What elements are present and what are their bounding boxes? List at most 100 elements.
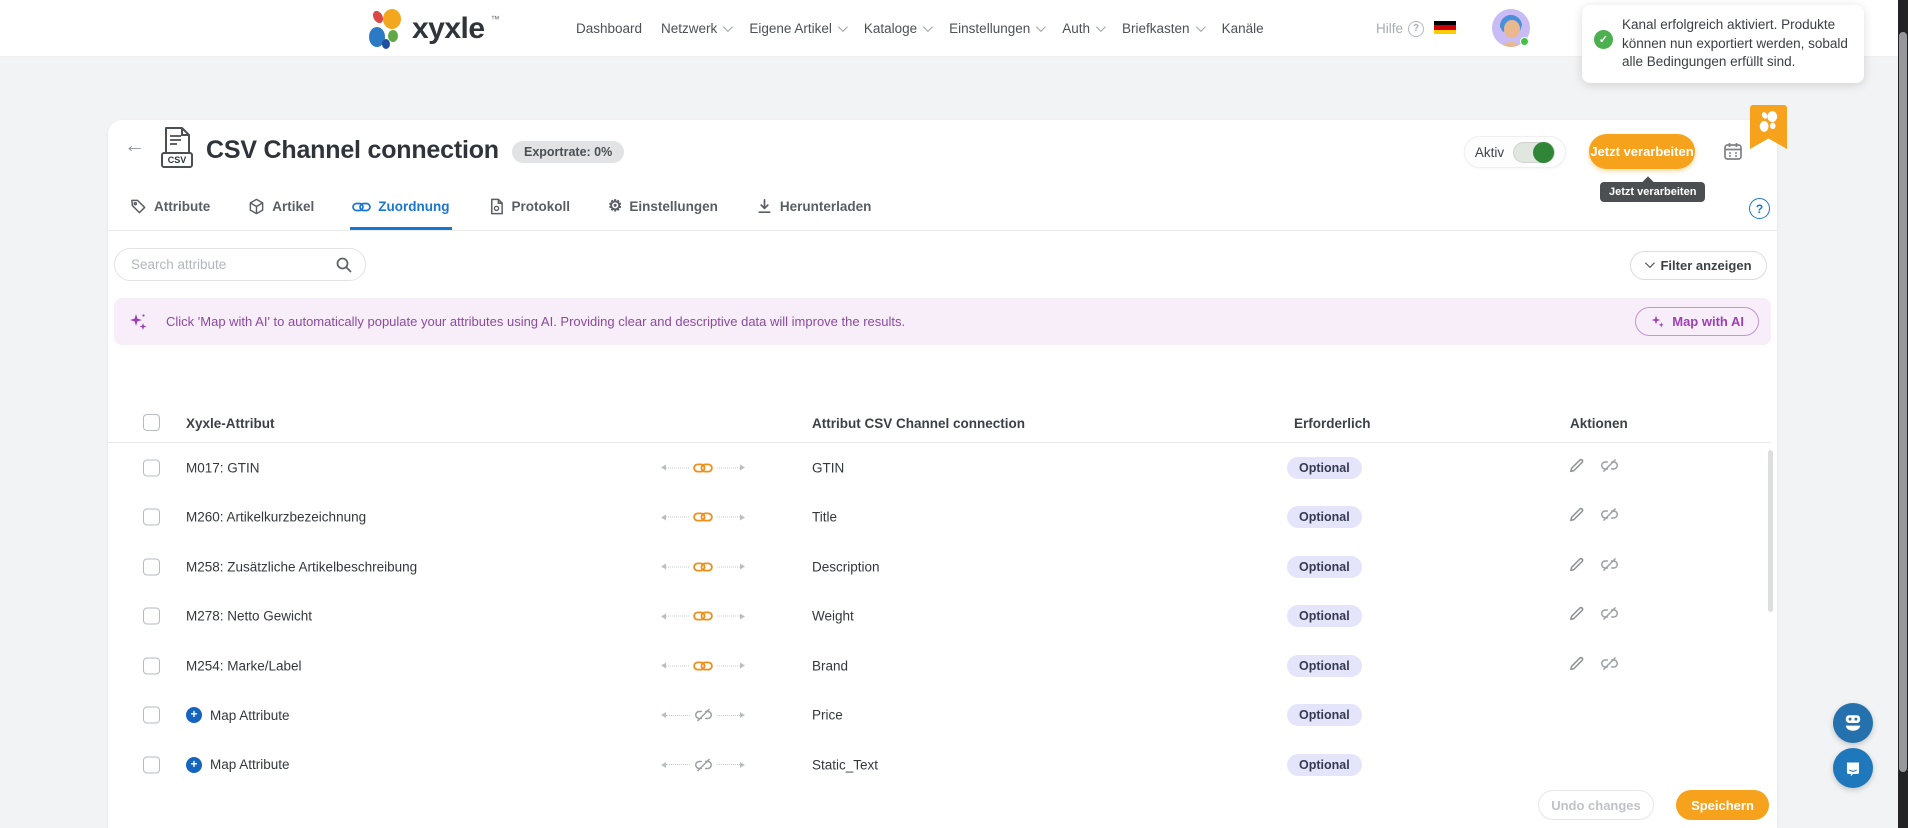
sparkles-icon <box>1650 314 1665 329</box>
nav-item-eigene-artikel[interactable]: Eigene Artikel <box>749 21 845 36</box>
row-checkbox[interactable] <box>143 459 160 476</box>
select-all-checkbox[interactable] <box>143 414 160 431</box>
xyxle-attribute-name: M260: Artikelkurzbezeichnung <box>186 510 366 525</box>
toast-message: Kanal erfolgreich aktiviert. Produkte kö… <box>1622 16 1850 72</box>
trademark-symbol: ™ <box>491 14 500 24</box>
gear-icon: ⚙ <box>608 199 622 215</box>
row-checkbox[interactable] <box>143 756 160 773</box>
tab-artikel[interactable]: Artikel <box>246 186 316 230</box>
chevron-down-icon <box>838 22 848 32</box>
unlink-mapping-button[interactable] <box>1600 556 1619 577</box>
linked-icon <box>693 659 713 672</box>
xyxle-attribute-name: M278: Netto Gewicht <box>186 609 312 624</box>
row-checkbox[interactable] <box>143 707 160 724</box>
channel-detail-card: ← CSV CSV Channel connection Exportrate:… <box>108 120 1777 828</box>
chevron-down-icon <box>1645 258 1655 268</box>
package-icon <box>248 198 265 215</box>
row-checkbox[interactable] <box>143 509 160 526</box>
tab-protokoll[interactable]: Protokoll <box>486 186 573 230</box>
table-scrollbar-thumb[interactable] <box>1768 450 1773 612</box>
active-toggle[interactable] <box>1513 142 1555 163</box>
chat-bubble-icon <box>1842 757 1864 779</box>
link-icon <box>352 200 371 214</box>
linked-icon <box>693 610 713 623</box>
nav-item-einstellungen[interactable]: Einstellungen <box>949 21 1043 36</box>
mapping-connector <box>661 560 745 573</box>
language-flag-german[interactable] <box>1434 21 1456 34</box>
nav-item-auth[interactable]: Auth <box>1062 21 1103 36</box>
mapping-table-header: Xyxle-Attribut Attribut CSV Channel conn… <box>108 410 1771 443</box>
row-checkbox[interactable] <box>143 558 160 575</box>
nav-item-dashboard[interactable]: Dashboard <box>576 21 642 36</box>
process-tooltip: Jetzt verarbeiten <box>1600 182 1705 202</box>
unlink-mapping-button[interactable] <box>1600 507 1619 528</box>
row-checkbox[interactable] <box>143 608 160 625</box>
nav-item-kataloge[interactable]: Kataloge <box>864 21 930 36</box>
tabs-help-button[interactable]: ? <box>1749 198 1770 219</box>
mapping-connector <box>661 659 745 672</box>
edit-mapping-button[interactable] <box>1568 556 1585 578</box>
required-badge: Optional <box>1287 704 1362 726</box>
map-attribute-action[interactable]: +Map Attribute <box>186 707 290 723</box>
csv-attribute-name: Description <box>812 559 880 574</box>
xyxle-logo-icon <box>366 7 406 51</box>
brand-logo[interactable]: xyxle ™ <box>366 7 500 51</box>
map-with-ai-button[interactable]: Map with AI <box>1635 307 1759 336</box>
scrollbar-thumb[interactable] <box>1899 32 1907 772</box>
table-row: M258: Zusätzliche Artikelbeschreibung De… <box>108 542 1771 592</box>
nav-item-briefkasten[interactable]: Briefkasten <box>1122 21 1203 36</box>
search-input[interactable] <box>131 257 335 272</box>
process-now-button[interactable]: Jetzt verarbeiten <box>1589 134 1695 169</box>
back-button[interactable]: ← <box>124 134 145 158</box>
active-toggle-group: Aktiv <box>1464 136 1566 168</box>
help-link[interactable]: Hilfe ? <box>1376 0 1424 57</box>
xyxle-attribute-name: M017: GTIN <box>186 460 260 475</box>
nav-item-netzwerk[interactable]: Netzwerk <box>661 21 730 36</box>
xyxle-attribute-name: M258: Zusätzliche Artikelbeschreibung <box>186 559 417 574</box>
mapping-table-body: M017: GTIN GTIN Optional M260: Artikelku… <box>108 443 1771 790</box>
unlink-mapping-button[interactable] <box>1600 457 1619 478</box>
robot-icon <box>1840 710 1866 736</box>
map-attribute-action[interactable]: +Map Attribute <box>186 757 290 773</box>
edit-mapping-button[interactable] <box>1568 457 1585 479</box>
mapping-connector <box>661 707 745 723</box>
success-toast[interactable]: ✓ Kanal erfolgreich aktiviert. Produkte … <box>1582 5 1864 83</box>
csv-label: CSV <box>162 153 192 167</box>
tab-einstellungen[interactable]: ⚙ Einstellungen <box>606 186 720 230</box>
export-rate-badge: Exportrate: 0% <box>512 141 624 163</box>
chatbot-launcher-button[interactable] <box>1833 703 1873 743</box>
undo-changes-button[interactable]: Undo changes <box>1538 790 1654 820</box>
required-badge: Optional <box>1287 605 1362 627</box>
csv-attribute-name: Weight <box>812 609 854 624</box>
xyxle-attribute-name: M254: Marke/Label <box>186 658 302 673</box>
mapping-connector <box>661 757 745 773</box>
active-toggle-label: Aktiv <box>1475 145 1504 160</box>
required-badge: Optional <box>1287 655 1362 677</box>
search-icon[interactable] <box>335 256 353 274</box>
table-row: +Map Attribute Price Optional <box>108 691 1771 741</box>
edit-mapping-button[interactable] <box>1568 655 1585 677</box>
online-status-dot <box>1520 37 1529 46</box>
save-button[interactable]: Speichern <box>1676 790 1769 820</box>
map-with-ai-banner: Click 'Map with AI' to automatically pop… <box>114 298 1771 345</box>
page-scrollbar[interactable] <box>1898 0 1908 828</box>
csv-attribute-name: GTIN <box>812 460 844 475</box>
tab-attribute[interactable]: Attribute <box>128 186 212 230</box>
edit-mapping-button[interactable] <box>1568 605 1585 627</box>
mapping-connector <box>661 461 745 474</box>
messenger-launcher-button[interactable] <box>1833 748 1873 788</box>
show-filter-button[interactable]: Filter anzeigen <box>1630 251 1767 280</box>
unlink-mapping-button[interactable] <box>1600 655 1619 676</box>
plus-icon: + <box>186 757 202 773</box>
help-question-icon: ? <box>1408 21 1424 37</box>
tab-zuordnung[interactable]: Zuordnung <box>350 186 451 230</box>
csv-attribute-name: Brand <box>812 658 848 673</box>
toggle-knob <box>1533 142 1554 163</box>
schedule-calendar-button[interactable] <box>1723 141 1743 161</box>
row-checkbox[interactable] <box>143 657 160 674</box>
nav-item-kanaele[interactable]: Kanäle <box>1222 21 1264 36</box>
unlink-mapping-button[interactable] <box>1600 606 1619 627</box>
tab-herunterladen[interactable]: Herunterladen <box>754 186 874 230</box>
success-check-icon: ✓ <box>1594 30 1613 49</box>
edit-mapping-button[interactable] <box>1568 506 1585 528</box>
